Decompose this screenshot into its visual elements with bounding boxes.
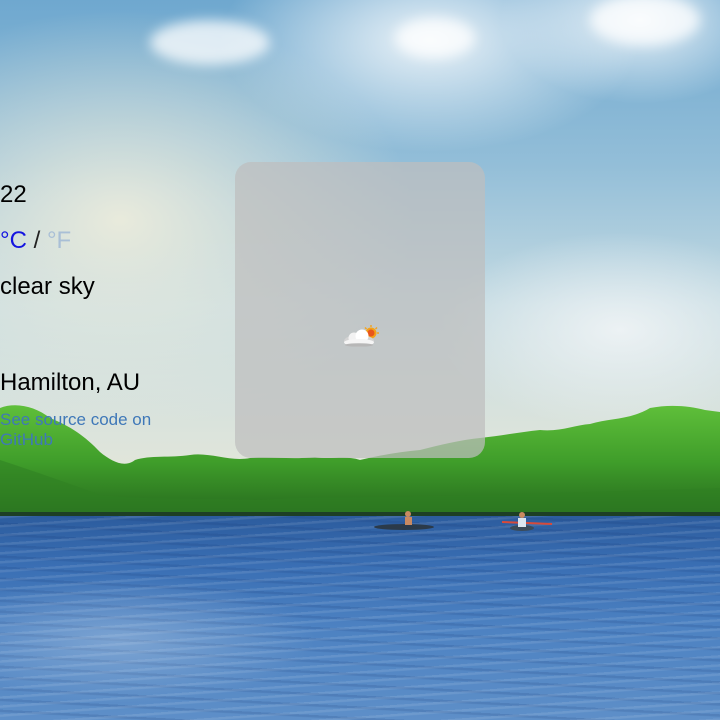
source-link-line1: See source code on (0, 410, 152, 429)
temperature-value: 22 (0, 181, 27, 208)
kayak-2 (501, 512, 553, 531)
celsius-toggle[interactable]: °C (0, 227, 27, 254)
background-water-reflection (0, 560, 360, 720)
weather-description: clear sky (0, 273, 95, 300)
background-cloud (395, 18, 475, 58)
background-cloud (150, 20, 270, 65)
unit-separator: / (33, 227, 41, 254)
github-source-link[interactable]: See source code on GitHub (0, 410, 720, 450)
fahrenheit-toggle[interactable]: °F (47, 227, 71, 254)
app-background: 22 °C / °F clear sky Hamilton, AU See so… (0, 0, 720, 720)
source-link-line2: GitHub (0, 430, 53, 449)
partly-cloudy-icon (344, 325, 379, 347)
kayak-1 (374, 511, 434, 530)
unit-toggle: °C / °F (0, 227, 720, 255)
location-name: Hamilton, AU (0, 369, 141, 396)
